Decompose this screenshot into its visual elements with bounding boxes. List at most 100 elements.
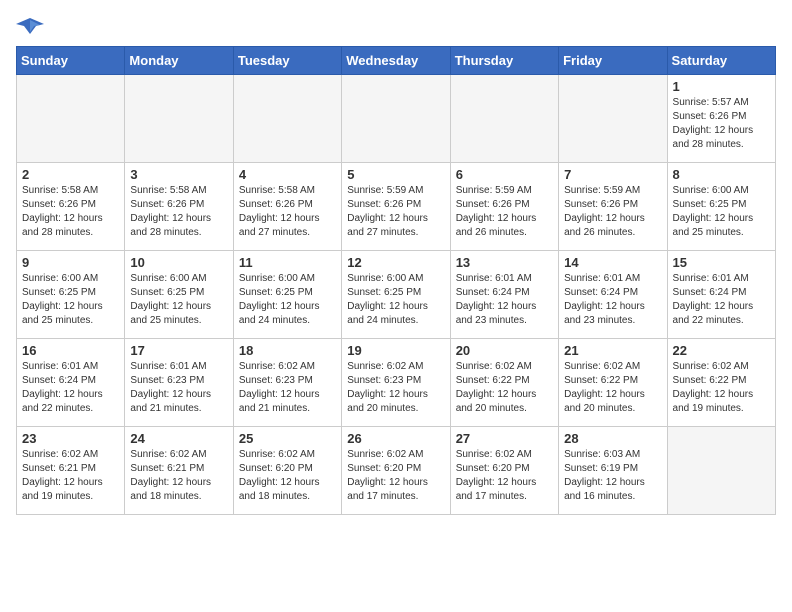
day-number: 16 [22, 343, 119, 358]
day-info: Sunrise: 6:00 AM Sunset: 6:25 PM Dayligh… [130, 272, 227, 328]
calendar-cell: 6 Sunrise: 5:59 AM Sunset: 6:26 PM Daylig… [450, 163, 558, 251]
logo [16, 16, 48, 38]
day-number: 2 [22, 167, 119, 182]
logo-icon [16, 16, 44, 38]
calendar-cell: 27Sunrise: 6:02 AM Sunset: 6:20 PM Dayli… [450, 427, 558, 515]
day-number: 9 [22, 255, 119, 270]
weekday-header-sunday: Sunday [17, 47, 125, 75]
day-number: 17 [130, 343, 227, 358]
day-info: Sunrise: 6:02 AM Sunset: 6:21 PM Dayligh… [130, 448, 227, 504]
calendar-cell [17, 75, 125, 163]
calendar-week-row: 2 Sunrise: 5:58 AM Sunset: 6:26 PM Daylig… [17, 163, 776, 251]
day-info: Sunrise: 6:01 AM Sunset: 6:23 PM Dayligh… [130, 360, 227, 416]
day-info: Sunrise: 6:00 AM Sunset: 6:25 PM Dayligh… [22, 272, 119, 328]
calendar-cell: 28 Sunrise: 6:03 AM Sunset: 6:19 PM Dayli… [559, 427, 667, 515]
day-info: Sunrise: 6:02 AM Sunset: 6:20 PM Dayligh… [456, 448, 553, 504]
calendar-cell: 18 Sunrise: 6:02 AM Sunset: 6:23 PM Dayli… [233, 339, 341, 427]
calendar-cell: 2 Sunrise: 5:58 AM Sunset: 6:26 PM Daylig… [17, 163, 125, 251]
day-info: Sunrise: 5:59 AM Sunset: 6:26 PM Dayligh… [564, 184, 661, 240]
day-info: Sunrise: 5:58 AM Sunset: 6:26 PM Dayligh… [22, 184, 119, 240]
weekday-header-wednesday: Wednesday [342, 47, 450, 75]
calendar-cell: 4Sunrise: 5:58 AM Sunset: 6:26 PM Daylig… [233, 163, 341, 251]
day-info: Sunrise: 6:01 AM Sunset: 6:24 PM Dayligh… [22, 360, 119, 416]
day-info: Sunrise: 6:02 AM Sunset: 6:20 PM Dayligh… [347, 448, 444, 504]
calendar-cell: 20 Sunrise: 6:02 AM Sunset: 6:22 PM Dayli… [450, 339, 558, 427]
day-info: Sunrise: 5:58 AM Sunset: 6:26 PM Dayligh… [239, 184, 336, 240]
day-number: 28 [564, 431, 661, 446]
day-number: 21 [564, 343, 661, 358]
day-number: 1 [673, 79, 770, 94]
day-number: 15 [673, 255, 770, 270]
day-number: 6 [456, 167, 553, 182]
day-info: Sunrise: 6:02 AM Sunset: 6:23 PM Dayligh… [239, 360, 336, 416]
day-number: 13 [456, 255, 553, 270]
calendar-cell [233, 75, 341, 163]
day-info: Sunrise: 6:01 AM Sunset: 6:24 PM Dayligh… [564, 272, 661, 328]
calendar-cell: 7 Sunrise: 5:59 AM Sunset: 6:26 PM Daylig… [559, 163, 667, 251]
day-number: 11 [239, 255, 336, 270]
day-number: 7 [564, 167, 661, 182]
calendar-cell: 26Sunrise: 6:02 AM Sunset: 6:20 PM Dayli… [342, 427, 450, 515]
calendar-cell: 25 Sunrise: 6:02 AM Sunset: 6:20 PM Dayli… [233, 427, 341, 515]
day-info: Sunrise: 6:02 AM Sunset: 6:22 PM Dayligh… [564, 360, 661, 416]
day-number: 23 [22, 431, 119, 446]
day-info: Sunrise: 6:02 AM Sunset: 6:21 PM Dayligh… [22, 448, 119, 504]
day-info: Sunrise: 6:00 AM Sunset: 6:25 PM Dayligh… [239, 272, 336, 328]
day-number: 20 [456, 343, 553, 358]
calendar-week-row: 1 Sunrise: 5:57 AM Sunset: 6:26 PM Daylig… [17, 75, 776, 163]
day-number: 10 [130, 255, 227, 270]
day-number: 5 [347, 167, 444, 182]
calendar-header-row: SundayMondayTuesdayWednesdayThursdayFrid… [17, 47, 776, 75]
day-info: Sunrise: 6:02 AM Sunset: 6:22 PM Dayligh… [456, 360, 553, 416]
page-header [16, 16, 776, 38]
day-info: Sunrise: 6:02 AM Sunset: 6:23 PM Dayligh… [347, 360, 444, 416]
day-number: 25 [239, 431, 336, 446]
weekday-header-friday: Friday [559, 47, 667, 75]
calendar-week-row: 9 Sunrise: 6:00 AM Sunset: 6:25 PM Daylig… [17, 251, 776, 339]
day-number: 18 [239, 343, 336, 358]
calendar-week-row: 23 Sunrise: 6:02 AM Sunset: 6:21 PM Dayli… [17, 427, 776, 515]
calendar-cell: 23 Sunrise: 6:02 AM Sunset: 6:21 PM Dayli… [17, 427, 125, 515]
day-info: Sunrise: 5:59 AM Sunset: 6:26 PM Dayligh… [456, 184, 553, 240]
calendar-cell: 12Sunrise: 6:00 AM Sunset: 6:25 PM Dayli… [342, 251, 450, 339]
day-info: Sunrise: 6:01 AM Sunset: 6:24 PM Dayligh… [673, 272, 770, 328]
calendar-cell: 21 Sunrise: 6:02 AM Sunset: 6:22 PM Dayli… [559, 339, 667, 427]
day-info: Sunrise: 5:58 AM Sunset: 6:26 PM Dayligh… [130, 184, 227, 240]
day-info: Sunrise: 6:01 AM Sunset: 6:24 PM Dayligh… [456, 272, 553, 328]
calendar-cell: 16 Sunrise: 6:01 AM Sunset: 6:24 PM Dayli… [17, 339, 125, 427]
weekday-header-saturday: Saturday [667, 47, 775, 75]
calendar-cell [667, 427, 775, 515]
calendar-cell: 22 Sunrise: 6:02 AM Sunset: 6:22 PM Dayli… [667, 339, 775, 427]
weekday-header-tuesday: Tuesday [233, 47, 341, 75]
day-info: Sunrise: 6:03 AM Sunset: 6:19 PM Dayligh… [564, 448, 661, 504]
day-number: 22 [673, 343, 770, 358]
calendar-cell: 13 Sunrise: 6:01 AM Sunset: 6:24 PM Dayli… [450, 251, 558, 339]
calendar-cell: 14 Sunrise: 6:01 AM Sunset: 6:24 PM Dayli… [559, 251, 667, 339]
day-number: 14 [564, 255, 661, 270]
day-info: Sunrise: 6:02 AM Sunset: 6:22 PM Dayligh… [673, 360, 770, 416]
calendar-cell [559, 75, 667, 163]
day-number: 8 [673, 167, 770, 182]
day-number: 12 [347, 255, 444, 270]
calendar-cell: 5 Sunrise: 5:59 AM Sunset: 6:26 PM Daylig… [342, 163, 450, 251]
calendar-table: SundayMondayTuesdayWednesdayThursdayFrid… [16, 46, 776, 515]
day-info: Sunrise: 6:00 AM Sunset: 6:25 PM Dayligh… [673, 184, 770, 240]
day-info: Sunrise: 6:02 AM Sunset: 6:20 PM Dayligh… [239, 448, 336, 504]
day-number: 3 [130, 167, 227, 182]
calendar-cell: 24Sunrise: 6:02 AM Sunset: 6:21 PM Dayli… [125, 427, 233, 515]
calendar-cell: 9 Sunrise: 6:00 AM Sunset: 6:25 PM Daylig… [17, 251, 125, 339]
calendar-cell: 10 Sunrise: 6:00 AM Sunset: 6:25 PM Dayli… [125, 251, 233, 339]
calendar-cell: 15 Sunrise: 6:01 AM Sunset: 6:24 PM Dayli… [667, 251, 775, 339]
calendar-cell [342, 75, 450, 163]
weekday-header-monday: Monday [125, 47, 233, 75]
day-info: Sunrise: 5:57 AM Sunset: 6:26 PM Dayligh… [673, 96, 770, 152]
day-number: 19 [347, 343, 444, 358]
calendar-cell [450, 75, 558, 163]
calendar-cell: 11 Sunrise: 6:00 AM Sunset: 6:25 PM Dayli… [233, 251, 341, 339]
day-info: Sunrise: 5:59 AM Sunset: 6:26 PM Dayligh… [347, 184, 444, 240]
calendar-week-row: 16 Sunrise: 6:01 AM Sunset: 6:24 PM Dayli… [17, 339, 776, 427]
calendar-cell: 8 Sunrise: 6:00 AM Sunset: 6:25 PM Daylig… [667, 163, 775, 251]
weekday-header-thursday: Thursday [450, 47, 558, 75]
calendar-cell: 17 Sunrise: 6:01 AM Sunset: 6:23 PM Dayli… [125, 339, 233, 427]
calendar-cell: 3 Sunrise: 5:58 AM Sunset: 6:26 PM Daylig… [125, 163, 233, 251]
